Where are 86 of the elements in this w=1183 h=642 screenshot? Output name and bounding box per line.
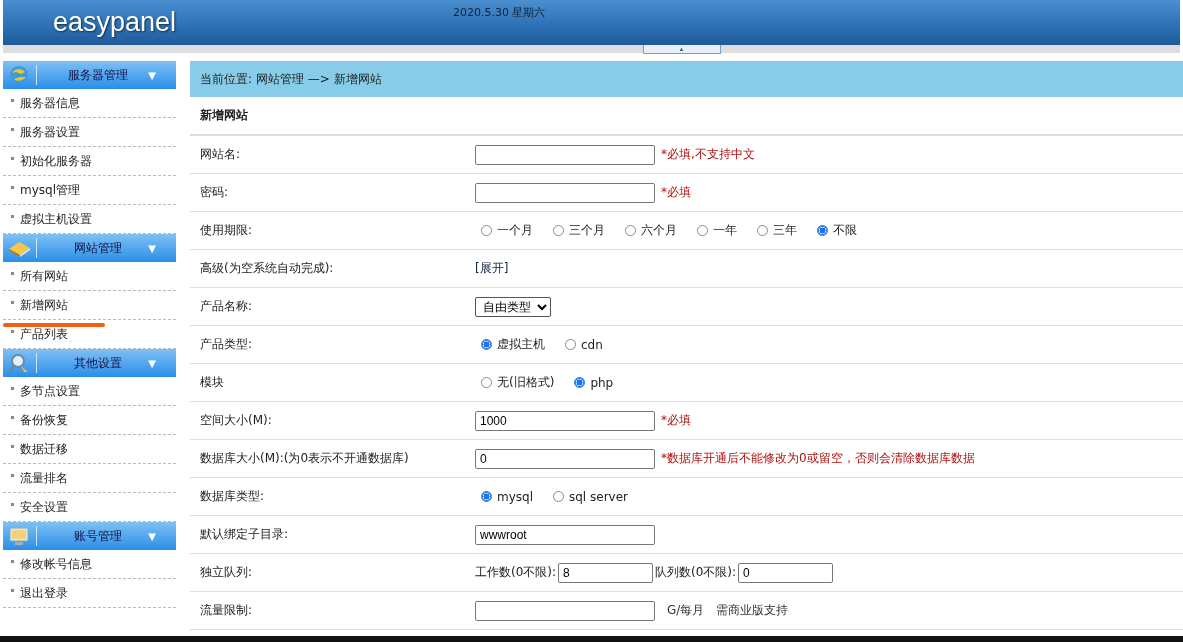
field-label: 密码: — [199, 184, 230, 201]
input-field[interactable]: 0 — [738, 562, 834, 583]
bullet-icon — [11, 503, 14, 506]
sidebar-item[interactable]: 备份恢复 — [20, 411, 68, 429]
bullet-icon — [11, 186, 14, 189]
sidebar-item[interactable]: 产品列表 — [20, 325, 68, 343]
monitor-icon — [6, 525, 32, 547]
sidebar-item[interactable]: 多节点设置 — [20, 382, 80, 400]
sidebar-item[interactable]: 流量排名 — [20, 469, 68, 487]
field-label: 高级(为空系统自动完成): — [199, 260, 335, 277]
bullet-icon — [11, 215, 14, 218]
bullet-icon — [11, 330, 14, 333]
sidebar-item[interactable]: 服务器信息 — [20, 94, 80, 112]
radio-option[interactable]: 一个月 — [481, 222, 533, 239]
field-label: 工作数(0不限): — [475, 564, 557, 581]
required-note: *必填 — [661, 412, 691, 429]
breadcrumb-bar: 当前位置: 网站管理 —> 新增网站 — [190, 61, 1183, 97]
sidebar-item[interactable]: 退出登录 — [20, 584, 68, 602]
field-label: 使用期限: — [199, 222, 254, 239]
sidebar-item[interactable]: 修改帐号信息 — [20, 555, 92, 573]
logo: easypanel — [53, 7, 178, 38]
input-field[interactable]: 0 — [475, 448, 655, 469]
bullet-icon — [11, 589, 14, 592]
sidebar-item[interactable]: 虚拟主机设置 — [20, 210, 92, 228]
note-text: 需商业版支持 — [716, 602, 789, 619]
input-field[interactable] — [475, 600, 655, 621]
input-field[interactable]: wwwroot — [475, 524, 655, 545]
radio-option[interactable]: 三个月 — [553, 222, 605, 239]
required-note: *数据库开通后不能修改为0或留空，否则会清除数据库数据 — [661, 450, 975, 467]
radio-option[interactable]: sql server — [553, 489, 628, 504]
toggle-arrow: ▼ — [148, 357, 156, 369]
toggle-arrow: ▼ — [148, 242, 156, 254]
field-label: 独立队列: — [199, 564, 254, 581]
sidebar-item[interactable]: 新增网站 — [20, 296, 68, 314]
bullet-icon — [11, 445, 14, 448]
radio-option[interactable]: 一年 — [697, 222, 737, 239]
sidebar-item[interactable]: 安全设置 — [20, 498, 68, 516]
radio-option[interactable]: 六个月 — [625, 222, 677, 239]
radio-option[interactable]: php — [574, 375, 614, 390]
bullet-icon — [11, 272, 14, 275]
radio-option[interactable]: mysql — [481, 489, 533, 504]
radio-option[interactable]: 虚拟主机 — [481, 336, 545, 353]
field-label: 产品类型: — [199, 336, 254, 353]
input-field[interactable]: 1000 — [475, 410, 655, 431]
field-label: 队列数(0不限): — [655, 564, 737, 581]
section-title: 服务器管理 — [66, 66, 129, 84]
field-label: 数据库类型: — [199, 488, 266, 505]
sidebar-item[interactable]: mysql管理 — [20, 181, 80, 199]
bullet-icon — [11, 474, 14, 477]
bullet-icon — [11, 416, 14, 419]
field-label: 网站名: — [199, 146, 242, 163]
radio-option[interactable]: 三年 — [757, 222, 797, 239]
bullet-icon — [11, 99, 14, 102]
input-field[interactable] — [475, 182, 655, 203]
bullet-icon — [11, 560, 14, 563]
section-title: 其他设置 — [72, 354, 123, 372]
field-label: 默认绑定子目录: — [199, 526, 290, 543]
toggle-arrow: ▼ — [148, 69, 156, 81]
input-field[interactable] — [475, 144, 655, 165]
expand-link[interactable]: [展开] — [475, 260, 509, 277]
required-note: *必填 — [661, 184, 691, 201]
required-note: *必填,不支持中文 — [661, 146, 755, 163]
bullet-icon — [11, 301, 14, 304]
section-title: 账号管理 — [72, 527, 123, 545]
sidebar-item[interactable]: 初始化服务器 — [20, 152, 92, 170]
field-label: 模块 — [199, 374, 225, 391]
radio-option[interactable]: cdn — [565, 337, 603, 352]
radio-option[interactable]: 无(旧格式) — [481, 374, 555, 391]
sidebar-item[interactable]: 服务器设置 — [20, 123, 80, 141]
form-title: 新增网站 — [190, 97, 1183, 136]
radio-option[interactable]: 不限 — [817, 222, 857, 239]
field-label: 空间大小(M): — [199, 412, 273, 429]
bullet-icon — [11, 157, 14, 160]
input-field[interactable]: 8 — [558, 562, 654, 583]
toggle-arrow: ▼ — [148, 530, 156, 542]
section-title: 网站管理 — [72, 239, 123, 257]
sidebar-item[interactable]: 所有网站 — [20, 267, 68, 285]
bullet-icon — [11, 128, 14, 131]
bullet-icon — [11, 387, 14, 390]
sidebar-item[interactable]: 数据迁移 — [20, 440, 68, 458]
note-text: G/每月 — [667, 602, 705, 619]
field-label: 流量限制: — [199, 602, 254, 619]
product-select[interactable]: 自由类型 — [475, 296, 551, 317]
date-text: 2020.5.30 星期六 — [453, 5, 546, 20]
field-label: 数据库大小(M):(为0表示不开通数据库) — [199, 450, 410, 467]
field-label: 产品名称: — [199, 298, 254, 315]
